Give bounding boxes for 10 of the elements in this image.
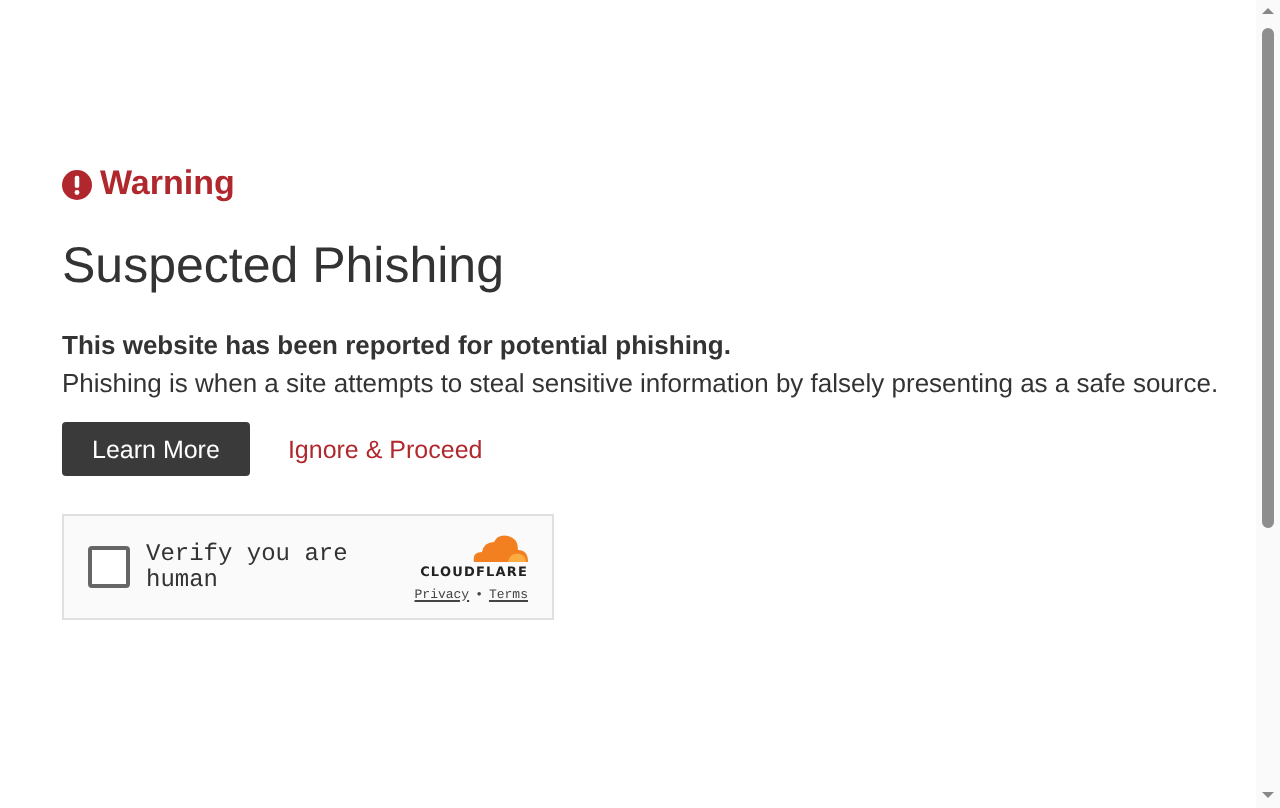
cloud-logo-icon (468, 533, 528, 561)
captcha-checkbox[interactable] (88, 546, 130, 588)
description-text: Phishing is when a site attempts to steal sensitive information by falsely presenting as a safe source. (62, 368, 1219, 398)
proceed-link[interactable]: Ignore & Proceed (287, 435, 483, 463)
page-heading: Suspected Phishing (62, 238, 504, 296)
warning-label: Warning (100, 164, 235, 204)
lead-text: This website has been reported for potential phishing. (62, 330, 731, 360)
learn-more-button[interactable]: Learn More (62, 422, 250, 476)
captcha-label: Verify you are human (146, 541, 350, 593)
warning-icon (62, 169, 92, 199)
